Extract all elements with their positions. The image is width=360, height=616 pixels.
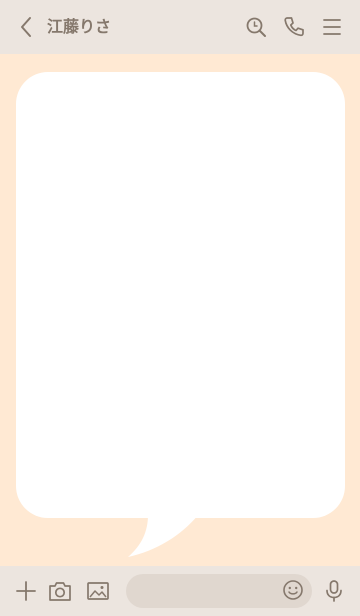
message-bar	[0, 566, 360, 616]
speech-bubble-tail	[128, 515, 198, 557]
chat-area	[0, 54, 360, 566]
camera-icon[interactable]	[46, 577, 74, 605]
chat-header: 江藤りさ	[0, 0, 360, 54]
speech-bubble	[16, 72, 345, 518]
search-icon[interactable]	[242, 13, 270, 41]
image-icon[interactable]	[84, 577, 112, 605]
mic-icon[interactable]	[320, 577, 348, 605]
chat-title: 江藤りさ	[47, 17, 112, 36]
emoji-icon[interactable]	[280, 577, 306, 603]
plus-icon[interactable]	[12, 577, 40, 605]
menu-icon[interactable]	[318, 13, 346, 41]
back-chevron-icon[interactable]	[14, 14, 38, 40]
phone-icon[interactable]	[280, 13, 308, 41]
